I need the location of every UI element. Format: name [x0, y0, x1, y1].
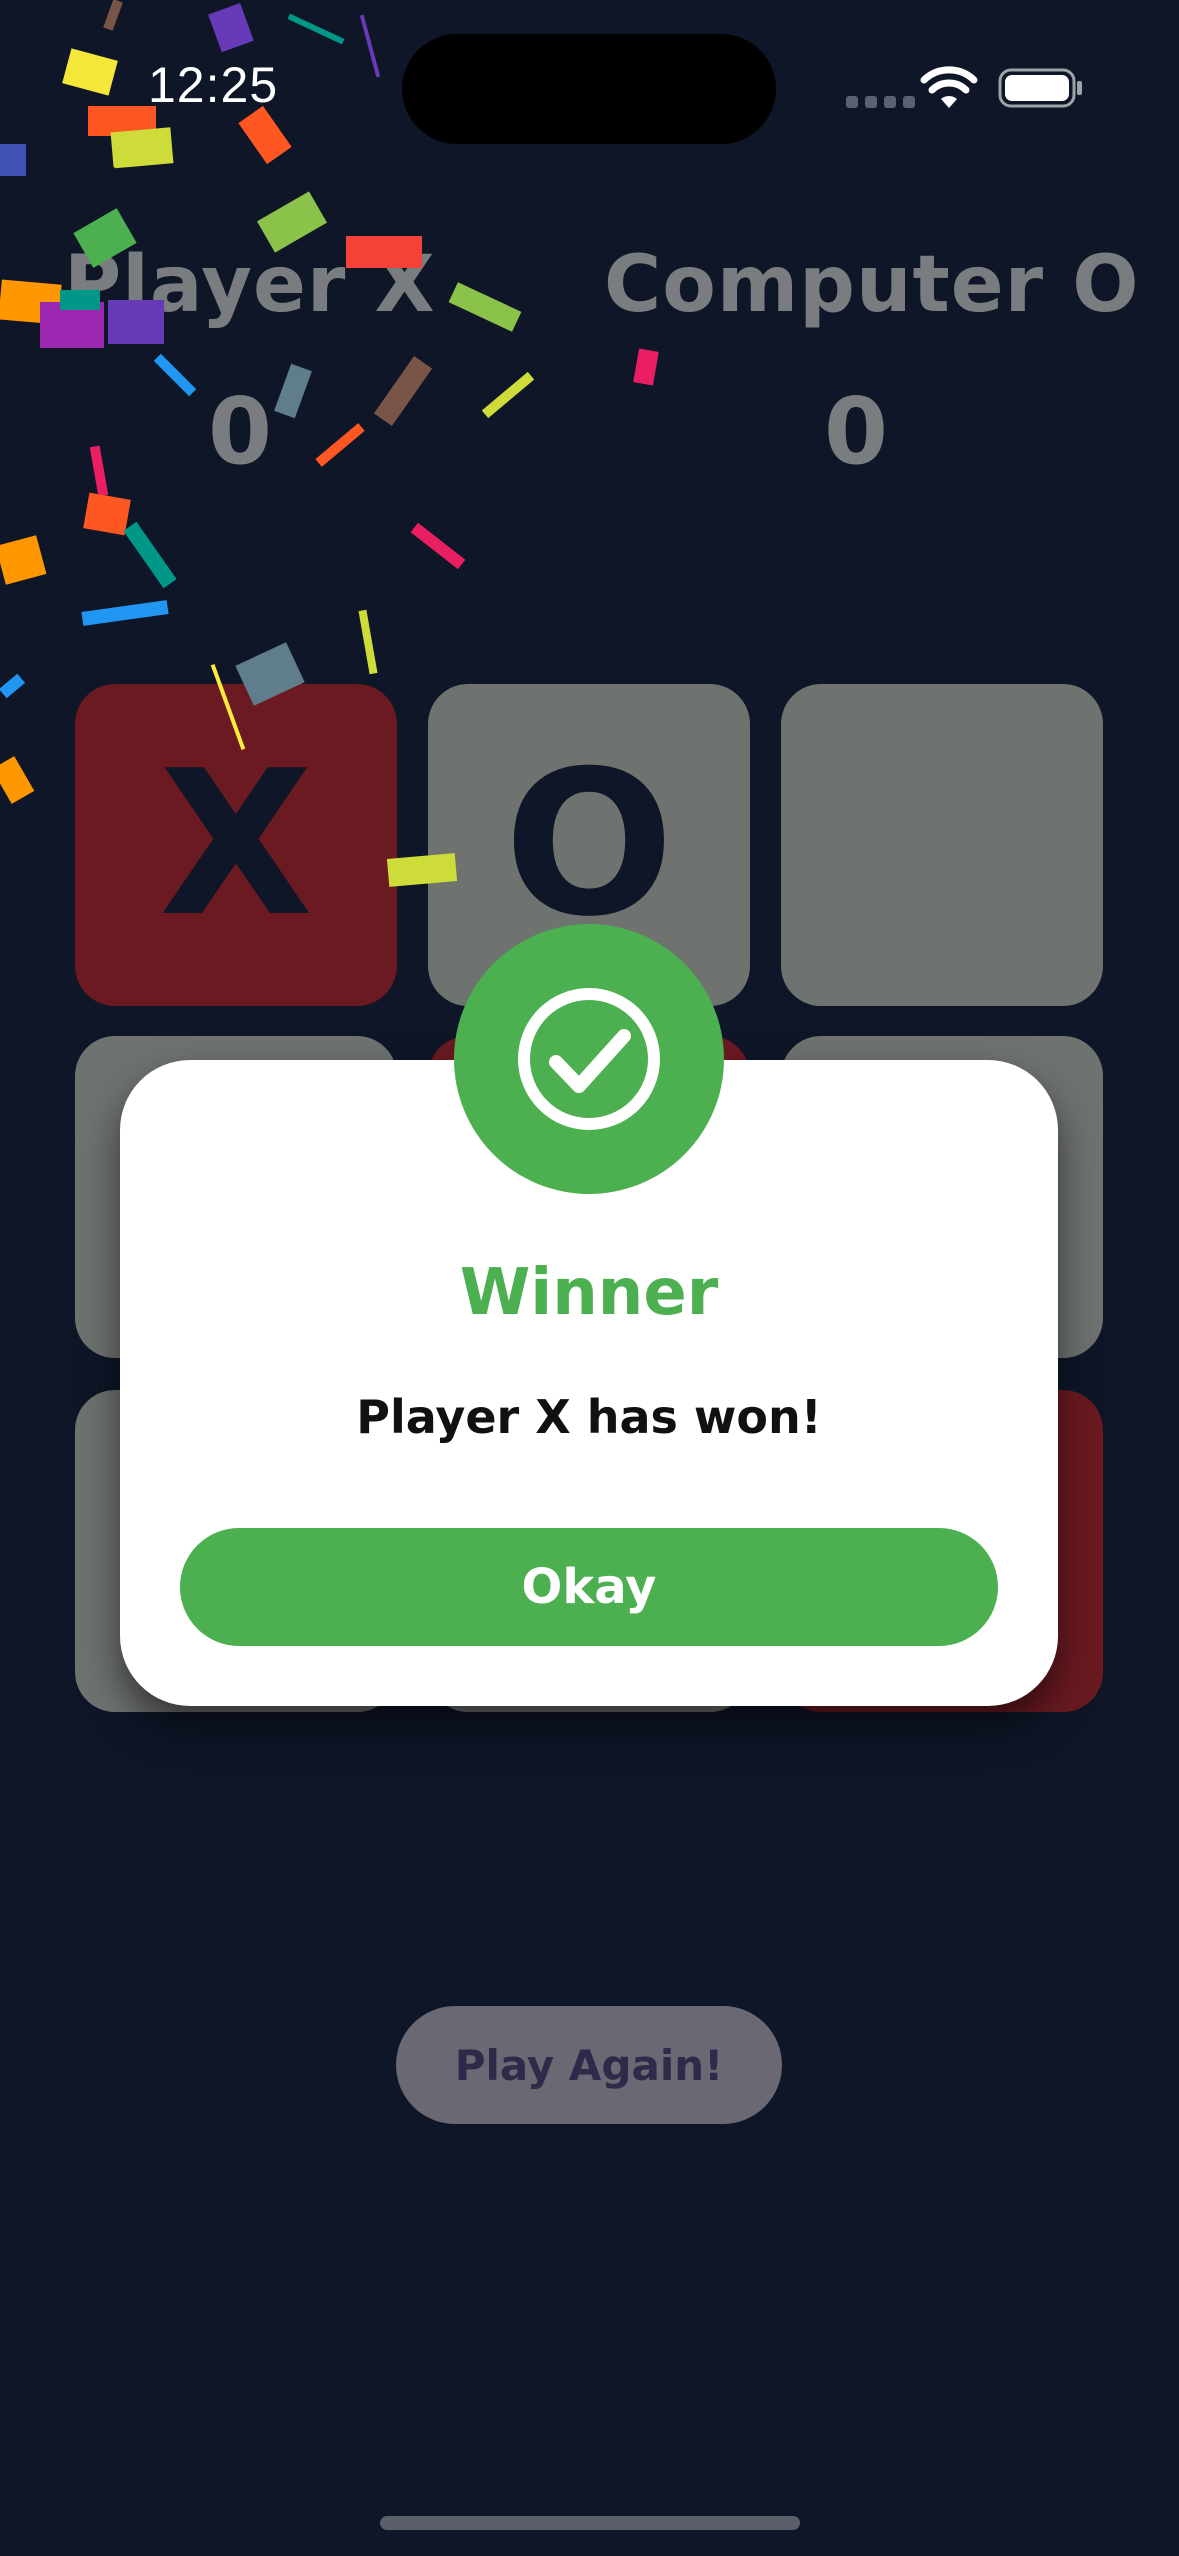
- board-cell-3[interactable]: [781, 684, 1103, 1006]
- battery-icon: [998, 68, 1082, 108]
- play-again-button[interactable]: Play Again!: [396, 2006, 782, 2124]
- wifi-icon: [920, 66, 978, 108]
- computer-score-value: 0: [824, 378, 889, 485]
- computer-score-label: Computer O: [604, 240, 1140, 330]
- check-circle-icon: [454, 924, 724, 1194]
- dialog-message: Player X has won!: [356, 1390, 822, 1444]
- dialog-title: Winner: [459, 1256, 719, 1330]
- dynamic-island: [402, 34, 776, 144]
- player-score-label: Player X: [64, 240, 436, 330]
- cell-mark: O: [503, 728, 675, 961]
- okay-button[interactable]: Okay: [180, 1528, 998, 1646]
- home-indicator[interactable]: [380, 2516, 800, 2530]
- status-time: 12:25: [148, 57, 279, 113]
- cellular-signal-icon: [846, 96, 915, 108]
- board-cell-1[interactable]: X: [75, 684, 397, 1006]
- player-score-value: 0: [208, 378, 273, 485]
- cell-mark: X: [158, 728, 314, 961]
